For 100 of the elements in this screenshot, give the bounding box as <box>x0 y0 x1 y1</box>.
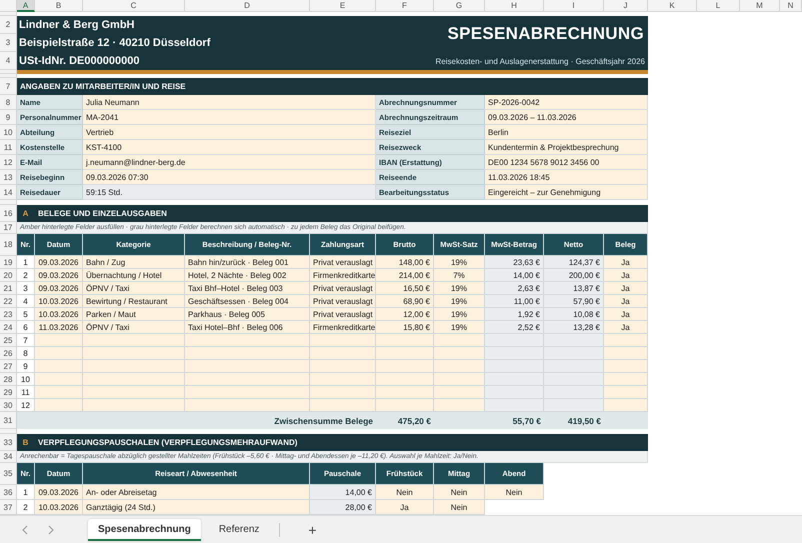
row-header[interactable]: 4 <box>0 52 17 70</box>
column-header[interactable]: J <box>604 0 648 12</box>
field-value[interactable]: Kundentermin & Projektbesprechung <box>485 140 648 155</box>
row-header[interactable]: 29 <box>0 386 17 399</box>
table-cell: 13,28 € <box>544 321 604 334</box>
row-header[interactable]: 14 <box>0 185 17 200</box>
row-header[interactable]: 20 <box>0 269 17 282</box>
field-value[interactable]: MA-2041 <box>83 110 376 125</box>
row-header[interactable]: 21 <box>0 282 17 295</box>
row-header[interactable]: 16 <box>0 205 17 222</box>
row-header[interactable]: 9 <box>0 110 17 125</box>
column-header[interactable]: E <box>310 0 376 12</box>
column-header[interactable]: D <box>185 0 310 12</box>
row-header[interactable]: 8 <box>0 95 17 110</box>
section-letter: A <box>17 205 35 222</box>
row-header[interactable]: 34 <box>0 451 17 463</box>
row-header[interactable]: 24 <box>0 321 17 334</box>
row-header[interactable]: 31 <box>0 412 17 429</box>
row-header[interactable]: 30 <box>0 399 17 412</box>
row-header[interactable]: 11 <box>0 140 17 155</box>
row-header[interactable]: 12 <box>0 155 17 170</box>
table-cell: 19% <box>434 295 485 308</box>
sheet-tab[interactable]: Spesenabrechnung <box>88 518 201 540</box>
row-header[interactable]: 18 <box>0 234 17 256</box>
row-header[interactable]: 26 <box>0 347 17 360</box>
table-cell: Ganztägig (24 Std.) <box>83 500 310 515</box>
column-header[interactable]: C <box>83 0 185 12</box>
field-value[interactable]: 09.03.2026 07:30 <box>83 170 376 185</box>
table-cell: Bewirtung / Restaurant <box>83 295 185 308</box>
table-cell: Geschäftsessen · Beleg 004 <box>185 295 310 308</box>
row-header[interactable]: 2 <box>0 16 17 34</box>
table-cell: 16,50 € <box>376 282 434 295</box>
column-header[interactable]: G <box>434 0 485 12</box>
table-cell: Taxi Hotel–Bhf · Beleg 006 <box>185 321 310 334</box>
table-cell: 4 <box>17 295 35 308</box>
field-value[interactable]: Vertrieb <box>83 125 376 140</box>
field-value[interactable]: 11.03.2026 18:45 <box>485 170 648 185</box>
field-value[interactable]: j.neumann@lindner-berg.de <box>83 155 376 170</box>
table-cell: 28,00 € <box>310 500 376 515</box>
table-cell: Privat verauslagt <box>310 295 376 308</box>
row-header[interactable]: 25 <box>0 334 17 347</box>
subtotal-value: 55,70 € <box>512 414 542 428</box>
table-cell: Ja <box>604 256 648 269</box>
column-header[interactable]: B <box>35 0 83 12</box>
company-line: USt-IdNr. DE000000000 <box>18 54 140 69</box>
table-cell: 124,37 € <box>544 256 604 269</box>
column-header[interactable]: M <box>740 0 780 12</box>
sheet-tab[interactable]: Referenz <box>208 518 270 540</box>
table-cell: 10 <box>17 373 35 386</box>
row-header[interactable]: 3 <box>0 34 17 52</box>
table-cell: Ja <box>604 295 648 308</box>
chevron-left-icon[interactable] <box>22 524 28 534</box>
row-header[interactable]: 28 <box>0 373 17 386</box>
row-header[interactable]: 10 <box>0 125 17 140</box>
table-cell: 2 <box>17 269 35 282</box>
add-sheet-button[interactable]: + <box>304 522 321 538</box>
row-header[interactable]: 33 <box>0 434 17 451</box>
table-cell: 10,08 € <box>544 308 604 321</box>
row-header[interactable]: 19 <box>0 256 17 269</box>
row-header[interactable]: 17 <box>0 222 17 234</box>
row-header[interactable]: 36 <box>0 485 17 500</box>
row-header[interactable]: 13 <box>0 170 17 185</box>
section-heading: BELEGE UND EINZELAUSGABEN <box>35 205 648 222</box>
column-header[interactable]: K <box>648 0 697 12</box>
field-value[interactable]: DE00 1234 5678 9012 3456 00 <box>485 155 648 170</box>
row-header[interactable]: 23 <box>0 308 17 321</box>
row-header[interactable]: 22 <box>0 295 17 308</box>
table-cell: Hotel, 2 Nächte · Beleg 002 <box>185 269 310 282</box>
column-header[interactable]: N <box>780 0 802 12</box>
row-header[interactable]: 37 <box>0 500 17 515</box>
field-value[interactable]: Berlin <box>485 125 648 140</box>
table-cell: 10.03.2026 <box>35 308 83 321</box>
subtotal-value: 419,50 € <box>566 414 602 428</box>
subtotal-value: 475,20 € <box>396 414 432 428</box>
field-value[interactable]: SP-2026-0042 <box>485 95 648 110</box>
select-all-corner[interactable] <box>0 0 17 12</box>
row-header[interactable]: 27 <box>0 360 17 373</box>
table-cell: 13,87 € <box>544 282 604 295</box>
table-cell: 09.03.2026 <box>35 485 83 500</box>
table-cell: 19% <box>434 256 485 269</box>
table-cell: 3 <box>17 282 35 295</box>
table-cell: Firmenkreditkarte <box>310 269 376 282</box>
field-value[interactable]: Julia Neumann <box>83 95 376 110</box>
field-value[interactable]: Eingereicht – zur Genehmigung <box>485 185 648 200</box>
column-header[interactable]: F <box>376 0 434 12</box>
chevron-right-icon[interactable] <box>48 524 54 534</box>
row-header[interactable]: 7 <box>0 78 17 95</box>
column-header[interactable]: H <box>485 0 544 12</box>
table-cell: Ja <box>604 269 648 282</box>
column-header[interactable]: L <box>697 0 740 12</box>
table-cell: 2,52 € <box>485 321 544 334</box>
table-cell: Ja <box>376 500 434 515</box>
row-header[interactable]: 35 <box>0 463 17 485</box>
column-header[interactable]: A <box>17 0 35 12</box>
field-value[interactable]: KST-4100 <box>83 140 376 155</box>
section-heading: VERPFLEGUNGSPAUSCHALEN (VERPFLEGUNGSMEHRAUFWAND) <box>35 434 648 451</box>
column-header[interactable]: I <box>544 0 604 12</box>
field-value[interactable]: 09.03.2026 – 11.03.2026 <box>485 110 648 125</box>
table-cell: 57,90 € <box>544 295 604 308</box>
section-heading: ANGABEN ZU MITARBEITER/IN UND REISE <box>17 78 648 95</box>
